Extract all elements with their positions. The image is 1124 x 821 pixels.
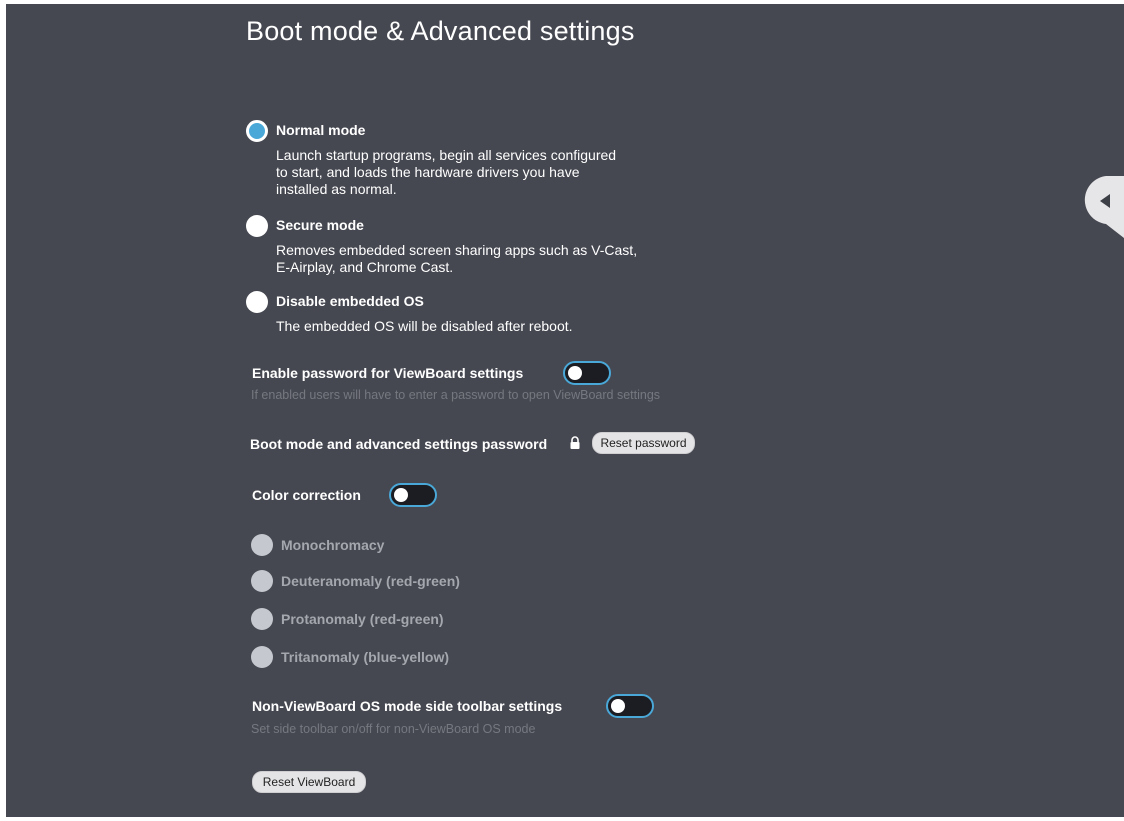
description-line: The embedded OS will be disabled after r…: [276, 318, 573, 334]
toolbar-setting-label: Non-ViewBoard OS mode side toolbar setti…: [252, 698, 563, 714]
password-toggle[interactable]: [563, 361, 611, 385]
color-correction-toggle[interactable]: [389, 483, 437, 507]
lock-icon: [570, 436, 580, 449]
toolbar-setting-hint: Set side toolbar on/off for non-ViewBoar…: [251, 722, 536, 736]
toggle-knob: [568, 366, 582, 380]
password-setting-label: Enable password for ViewBoard settings: [252, 365, 524, 381]
disable-embedded-os-radio[interactable]: [246, 291, 268, 313]
monochromacy-label: Monochromacy: [281, 537, 385, 553]
tritanomaly-radio[interactable]: [251, 646, 273, 668]
description-line: installed as normal.: [276, 181, 397, 197]
page-title: Boot mode & Advanced settings: [246, 16, 635, 46]
protanomaly-label: Protanomaly (red-green): [281, 611, 444, 627]
toggle-knob: [611, 699, 625, 713]
disable-embedded-os-description: The embedded OS will be disabled after r…: [276, 318, 706, 335]
secure-mode-label: Secure mode: [276, 217, 364, 233]
secure-mode-radio[interactable]: [246, 215, 268, 237]
password-setting-hint: If enabled users will have to enter a pa…: [251, 388, 661, 402]
collapse-arrow-icon[interactable]: [1084, 176, 1124, 238]
description-line: Launch startup programs, begin all servi…: [276, 147, 617, 163]
secure-mode-description: Removes embedded screen sharing apps suc…: [276, 242, 706, 276]
description-line: Removes embedded screen sharing apps suc…: [276, 242, 638, 258]
settings-screen: Boot mode & Advanced settings Normal mod…: [6, 4, 1124, 817]
disable-embedded-os-label: Disable embedded OS: [276, 293, 424, 309]
description-line: to start, and loads the hardware drivers…: [276, 164, 580, 180]
monochromacy-radio[interactable]: [251, 534, 273, 556]
normal-mode-radio[interactable]: [246, 120, 268, 142]
tritanomaly-label: Tritanomaly (blue-yellow): [281, 649, 450, 665]
reset-viewboard-button[interactable]: Reset ViewBoard: [252, 771, 366, 793]
deuteranomaly-label: Deuteranomaly (red-green): [281, 573, 460, 589]
deuteranomaly-radio[interactable]: [251, 570, 273, 592]
color-correction-label: Color correction: [252, 487, 361, 503]
normal-mode-label: Normal mode: [276, 122, 366, 138]
description-line: E-Airplay, and Chrome Cast.: [276, 259, 454, 275]
normal-mode-description: Launch startup programs, begin all servi…: [276, 147, 706, 198]
toolbar-toggle[interactable]: [606, 694, 654, 718]
toggle-knob: [394, 488, 408, 502]
password-reset-label: Boot mode and advanced settings password: [250, 436, 548, 452]
protanomaly-radio[interactable]: [251, 608, 273, 630]
reset-password-button[interactable]: Reset password: [592, 432, 695, 454]
